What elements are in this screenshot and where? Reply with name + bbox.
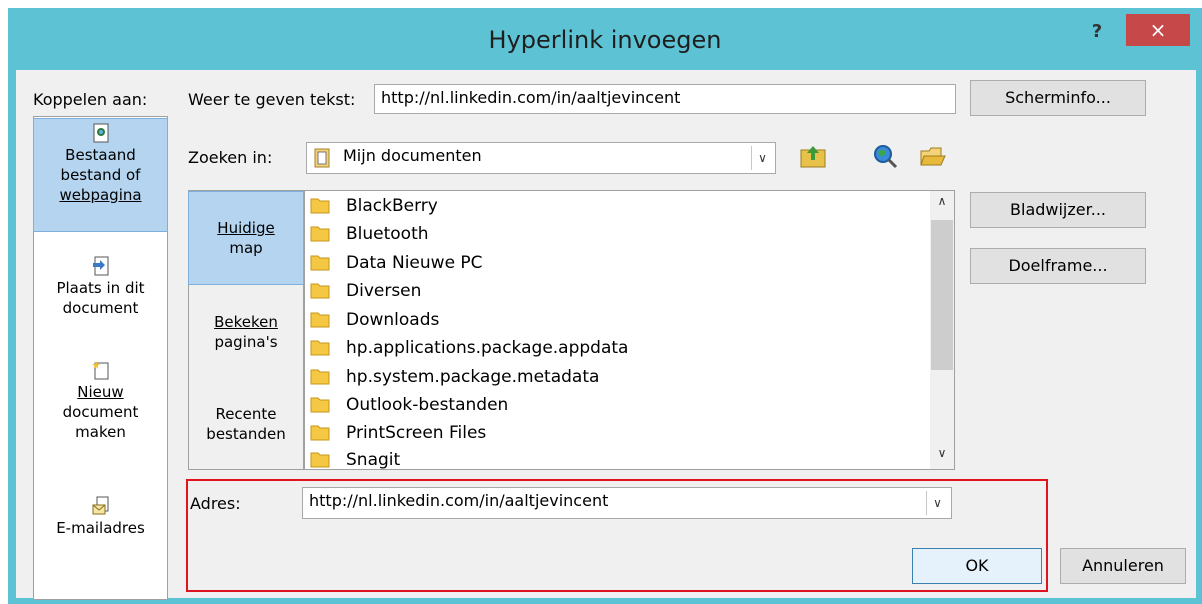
list-item[interactable]: Diversen — [310, 277, 421, 305]
folder-icon — [310, 312, 330, 328]
dialog-title: Hyperlink invoegen — [488, 26, 722, 54]
cancel-button[interactable]: Annuleren — [1060, 548, 1186, 584]
file-name: Diversen — [346, 281, 422, 301]
close-button[interactable]: × — [1126, 14, 1190, 46]
nav-browsed-pages-line2: pagina's — [214, 333, 278, 351]
nav-current-folder-line1: Huidige — [217, 219, 275, 237]
folder-icon — [310, 452, 330, 468]
scroll-up-icon[interactable]: ∧ — [931, 194, 953, 216]
link-to-place-line2: document — [62, 299, 139, 317]
file-name: hp.applications.package.appdata — [346, 338, 629, 358]
folder-icon — [310, 369, 330, 385]
folder-icon — [310, 397, 330, 413]
link-to-existing-file-line2: bestand of — [60, 166, 141, 184]
list-item[interactable]: Snagit — [310, 446, 400, 470]
link-to-existing-file-line1: Bestaand — [65, 146, 136, 164]
highlight-box — [186, 479, 1048, 592]
nav-recent-files-line2: bestanden — [206, 425, 286, 443]
look-in-label: Zoeken in: — [188, 148, 273, 167]
target-frame-button[interactable]: Doelframe... — [970, 248, 1146, 284]
nav-recent-files-line1: Recente — [215, 405, 277, 423]
up-one-folder-icon[interactable] — [800, 143, 826, 169]
list-item[interactable]: BlackBerry — [310, 192, 438, 220]
nav-browsed-pages-line1: Bekeken — [214, 313, 278, 331]
list-item[interactable]: Outlook-bestanden — [310, 391, 508, 419]
browse-file-icon[interactable] — [920, 143, 946, 169]
link-to-new-line2: document — [62, 403, 139, 421]
folder-icon — [310, 340, 330, 356]
nav-recent-files[interactable]: Recente bestanden — [188, 390, 304, 466]
file-name: PrintScreen Files — [346, 423, 487, 443]
folder-icon — [310, 425, 330, 441]
file-name: Outlook-bestanden — [346, 395, 509, 415]
documents-folder-icon — [314, 148, 330, 168]
look-in-dropdown[interactable]: Mijn documenten — [306, 142, 776, 174]
file-name: Data Nieuwe PC — [346, 253, 483, 273]
file-name: Snagit — [346, 450, 401, 470]
nav-current-folder[interactable]: Huidige map — [188, 191, 304, 285]
list-item[interactable]: Data Nieuwe PC — [310, 249, 483, 277]
email-icon — [92, 496, 108, 515]
folder-icon — [310, 283, 330, 299]
bookmark-button[interactable]: Bladwijzer... — [970, 192, 1146, 228]
link-to-email[interactable]: E-mailadres — [33, 492, 168, 552]
link-to-new-line3: maken — [75, 423, 126, 441]
link-to-place-line1: Plaats in dit — [56, 279, 145, 297]
scrollbar-thumb[interactable] — [931, 220, 953, 370]
folder-icon — [310, 255, 330, 271]
new-document-icon — [91, 361, 108, 380]
display-text-label: Weer te geven tekst: — [188, 90, 356, 109]
nav-current-folder-line2: map — [229, 239, 263, 257]
link-to-label: Koppelen aan: — [33, 90, 148, 109]
folder-icon — [310, 226, 330, 242]
display-text-input[interactable]: http://nl.linkedin.com/in/aaltjevincent — [374, 84, 956, 114]
screentip-button[interactable]: Scherminfo... — [970, 80, 1146, 116]
help-button[interactable]: ? — [1082, 20, 1112, 44]
list-item[interactable]: Downloads — [310, 306, 439, 334]
file-name: hp.system.package.metadata — [346, 367, 600, 387]
list-item[interactable]: hp.system.package.metadata — [310, 363, 599, 391]
nav-browsed-pages[interactable]: Bekeken pagina's — [188, 300, 304, 380]
link-to-place-in-document[interactable]: Plaats in dit document — [33, 252, 168, 332]
scroll-down-icon[interactable]: ∨ — [931, 446, 953, 468]
list-item[interactable]: Bluetooth — [310, 220, 429, 248]
link-to-new-document[interactable]: Nieuw document maken — [33, 356, 168, 456]
link-to-existing-file[interactable]: Bestaand bestand of webpagina — [33, 118, 168, 232]
look-in-value: Mijn documenten — [343, 146, 482, 165]
existing-file-icon — [93, 123, 108, 143]
list-item[interactable]: PrintScreen Files — [310, 419, 486, 447]
link-to-email-label: E-mailadres — [56, 519, 145, 537]
file-name: BlackBerry — [346, 196, 438, 216]
link-to-existing-file-line3: webpagina — [59, 186, 142, 204]
place-in-document-icon — [92, 256, 108, 276]
folder-icon — [310, 198, 330, 214]
link-to-new-line1: Nieuw — [77, 383, 124, 401]
list-item[interactable]: hp.applications.package.appdata — [310, 334, 628, 362]
look-in-dropdown-arrow[interactable]: ∨ — [751, 146, 773, 170]
browse-web-icon[interactable] — [872, 143, 898, 169]
file-name: Bluetooth — [346, 224, 429, 244]
file-name: Downloads — [346, 310, 440, 330]
